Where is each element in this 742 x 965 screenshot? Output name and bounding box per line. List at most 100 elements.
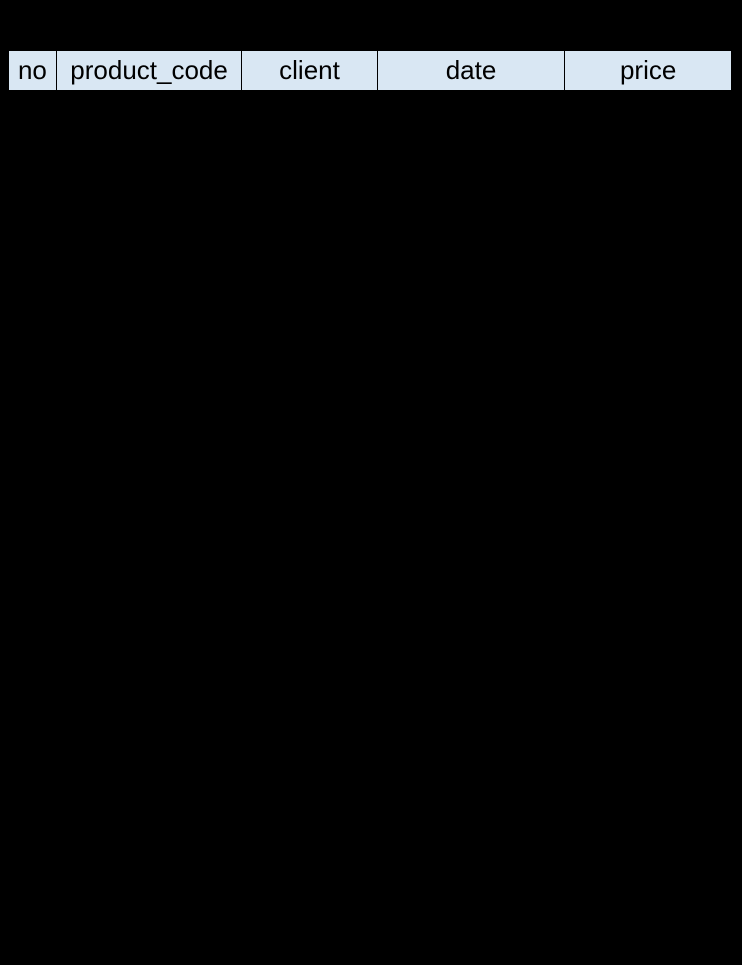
cell-client: C사 <box>242 643 377 689</box>
cell-no: 12 <box>9 597 57 643</box>
cell-client: B사 <box>242 551 377 597</box>
cell-date: 2021-06-17 <box>377 413 565 459</box>
cell-price: 710,000 <box>565 919 732 965</box>
cell-product-code: a001 <box>56 459 241 505</box>
cell-date: 2021-06-12 <box>377 275 565 321</box>
cell-client: C사 <box>242 413 377 459</box>
table-row: 7a003A사2021-06-17100,000 <box>9 367 732 413</box>
cell-client: B사 <box>242 505 377 551</box>
cell-no: 4 <box>9 229 57 275</box>
header-product-code: product_code <box>56 51 241 91</box>
cell-client: B사 <box>242 275 377 321</box>
cell-no: 16 <box>9 781 57 827</box>
cell-date: 2021-07-09 <box>377 689 565 735</box>
header-date: date <box>377 51 565 91</box>
cell-product-code: b001 <box>56 229 241 275</box>
cell-price: 16,000 <box>565 873 732 919</box>
cell-product-code: c002 <box>56 873 241 919</box>
cell-price: 305,000 <box>565 551 732 597</box>
table-header-row: no product_code client date price <box>9 51 732 91</box>
cell-price: 305,000 <box>565 91 732 137</box>
table-row: 18c002A사2021-07-2016,000 <box>9 873 732 919</box>
cell-product-code: b001 <box>56 689 241 735</box>
cell-date: 2021-06-17 <box>377 367 565 413</box>
cell-price: 80,000 <box>565 643 732 689</box>
table-row: 10c002B사2021-06-2416,000 <box>9 505 732 551</box>
table-row: 14b001B사2021-07-091,020,000 <box>9 689 732 735</box>
cell-price: 16,000 <box>565 505 732 551</box>
cell-price: 100,000 <box>565 597 732 643</box>
cell-client: A사 <box>242 873 377 919</box>
table-row: 17a001C사2021-07-13514,000 <box>9 827 732 873</box>
cell-no: 1 <box>9 91 57 137</box>
sales-table: no product_code client date price 1a002C… <box>8 50 732 965</box>
cell-date: 2021-06-30 <box>377 643 565 689</box>
cell-client: B사 <box>242 321 377 367</box>
cell-product-code: c001 <box>56 643 241 689</box>
table-row: 3a001C사2021-06-09514,000 <box>9 183 732 229</box>
cell-date: 2021-07-20 <box>377 873 565 919</box>
table-row: 13c001C사2021-06-3080,000 <box>9 643 732 689</box>
table-row: 16b003B사2021-07-12675,000 <box>9 781 732 827</box>
cell-no: 2 <box>9 137 57 183</box>
header-no: no <box>9 51 57 91</box>
cell-no: 15 <box>9 735 57 781</box>
cell-price: 514,000 <box>565 827 732 873</box>
cell-price: based <box>565 459 732 505</box>
cell-price: 710,000 <box>565 321 732 367</box>
cell-price: 1,020,000 <box>565 689 732 735</box>
cell-date: 2021-06-09 <box>377 137 565 183</box>
cell-no: 9 <box>9 459 57 505</box>
cell-date: 2021-07-31 <box>377 919 565 965</box>
cell-no: 6 <box>9 321 57 367</box>
cell-price: 1,020,000 <box>565 229 732 275</box>
cell-product-code: b003 <box>56 275 241 321</box>
cell-product-code: b002 <box>56 919 241 965</box>
cell-product-code: a003 <box>56 367 241 413</box>
cell-no: 3 <box>9 183 57 229</box>
cell-product-code: a002 <box>56 551 241 597</box>
cell-price: 34,000 <box>565 735 732 781</box>
cell-date: 2021-06-09 <box>377 229 565 275</box>
cell-price: 34,000 <box>565 137 732 183</box>
cell-client: B사 <box>242 781 377 827</box>
cell-product-code: b002 <box>56 321 241 367</box>
cell-no: 13 <box>9 643 57 689</box>
cell-price: 80,000 <box>565 413 732 459</box>
cell-client: A사 <box>242 229 377 275</box>
cell-client: A사 <box>242 597 377 643</box>
cell-client: A사 <box>242 735 377 781</box>
cell-date: 2021-07-13 <box>377 827 565 873</box>
table-row: 4b001A사2021-06-091,020,000 <box>9 229 732 275</box>
cell-product-code: a002 <box>56 91 241 137</box>
header-price: price <box>565 51 732 91</box>
cell-client: C사 <box>242 91 377 137</box>
cell-price: 514,000 <box>565 183 732 229</box>
cell-product-code: a003 <box>56 597 241 643</box>
cell-no: 8 <box>9 413 57 459</box>
cell-date: 2021-06-12 <box>377 321 565 367</box>
cell-client: A사 <box>242 367 377 413</box>
table-row: 9a001A사2021-06-17based <box>9 459 732 505</box>
table-row: 12a003A사2021-06-29100,000 <box>9 597 732 643</box>
cell-date: 2021-06-09 <box>377 183 565 229</box>
cell-no: 17 <box>9 827 57 873</box>
cell-date: 2021-07-09 <box>377 735 565 781</box>
cell-no: 19 <box>9 919 57 965</box>
table-title: sales <box>8 10 734 42</box>
cell-date: 2021-06-02 <box>377 91 565 137</box>
cell-client: C사 <box>242 919 377 965</box>
table-row: 15c003A사2021-07-0934,000 <box>9 735 732 781</box>
table-row: 1a002C사2021-06-02305,000 <box>9 91 732 137</box>
table-row: 2c003C사2021-06-0934,000 <box>9 137 732 183</box>
cell-date: 2021-06-17 <box>377 459 565 505</box>
cell-date: 2021-06-24 <box>377 551 565 597</box>
cell-price: 675,000 <box>565 275 732 321</box>
header-client: client <box>242 51 377 91</box>
cell-date: 2021-06-24 <box>377 505 565 551</box>
table-row: 6b002B사2021-06-12710,000 <box>9 321 732 367</box>
cell-no: 10 <box>9 505 57 551</box>
cell-product-code: a001 <box>56 827 241 873</box>
cell-product-code: c003 <box>56 137 241 183</box>
cell-no: 14 <box>9 689 57 735</box>
